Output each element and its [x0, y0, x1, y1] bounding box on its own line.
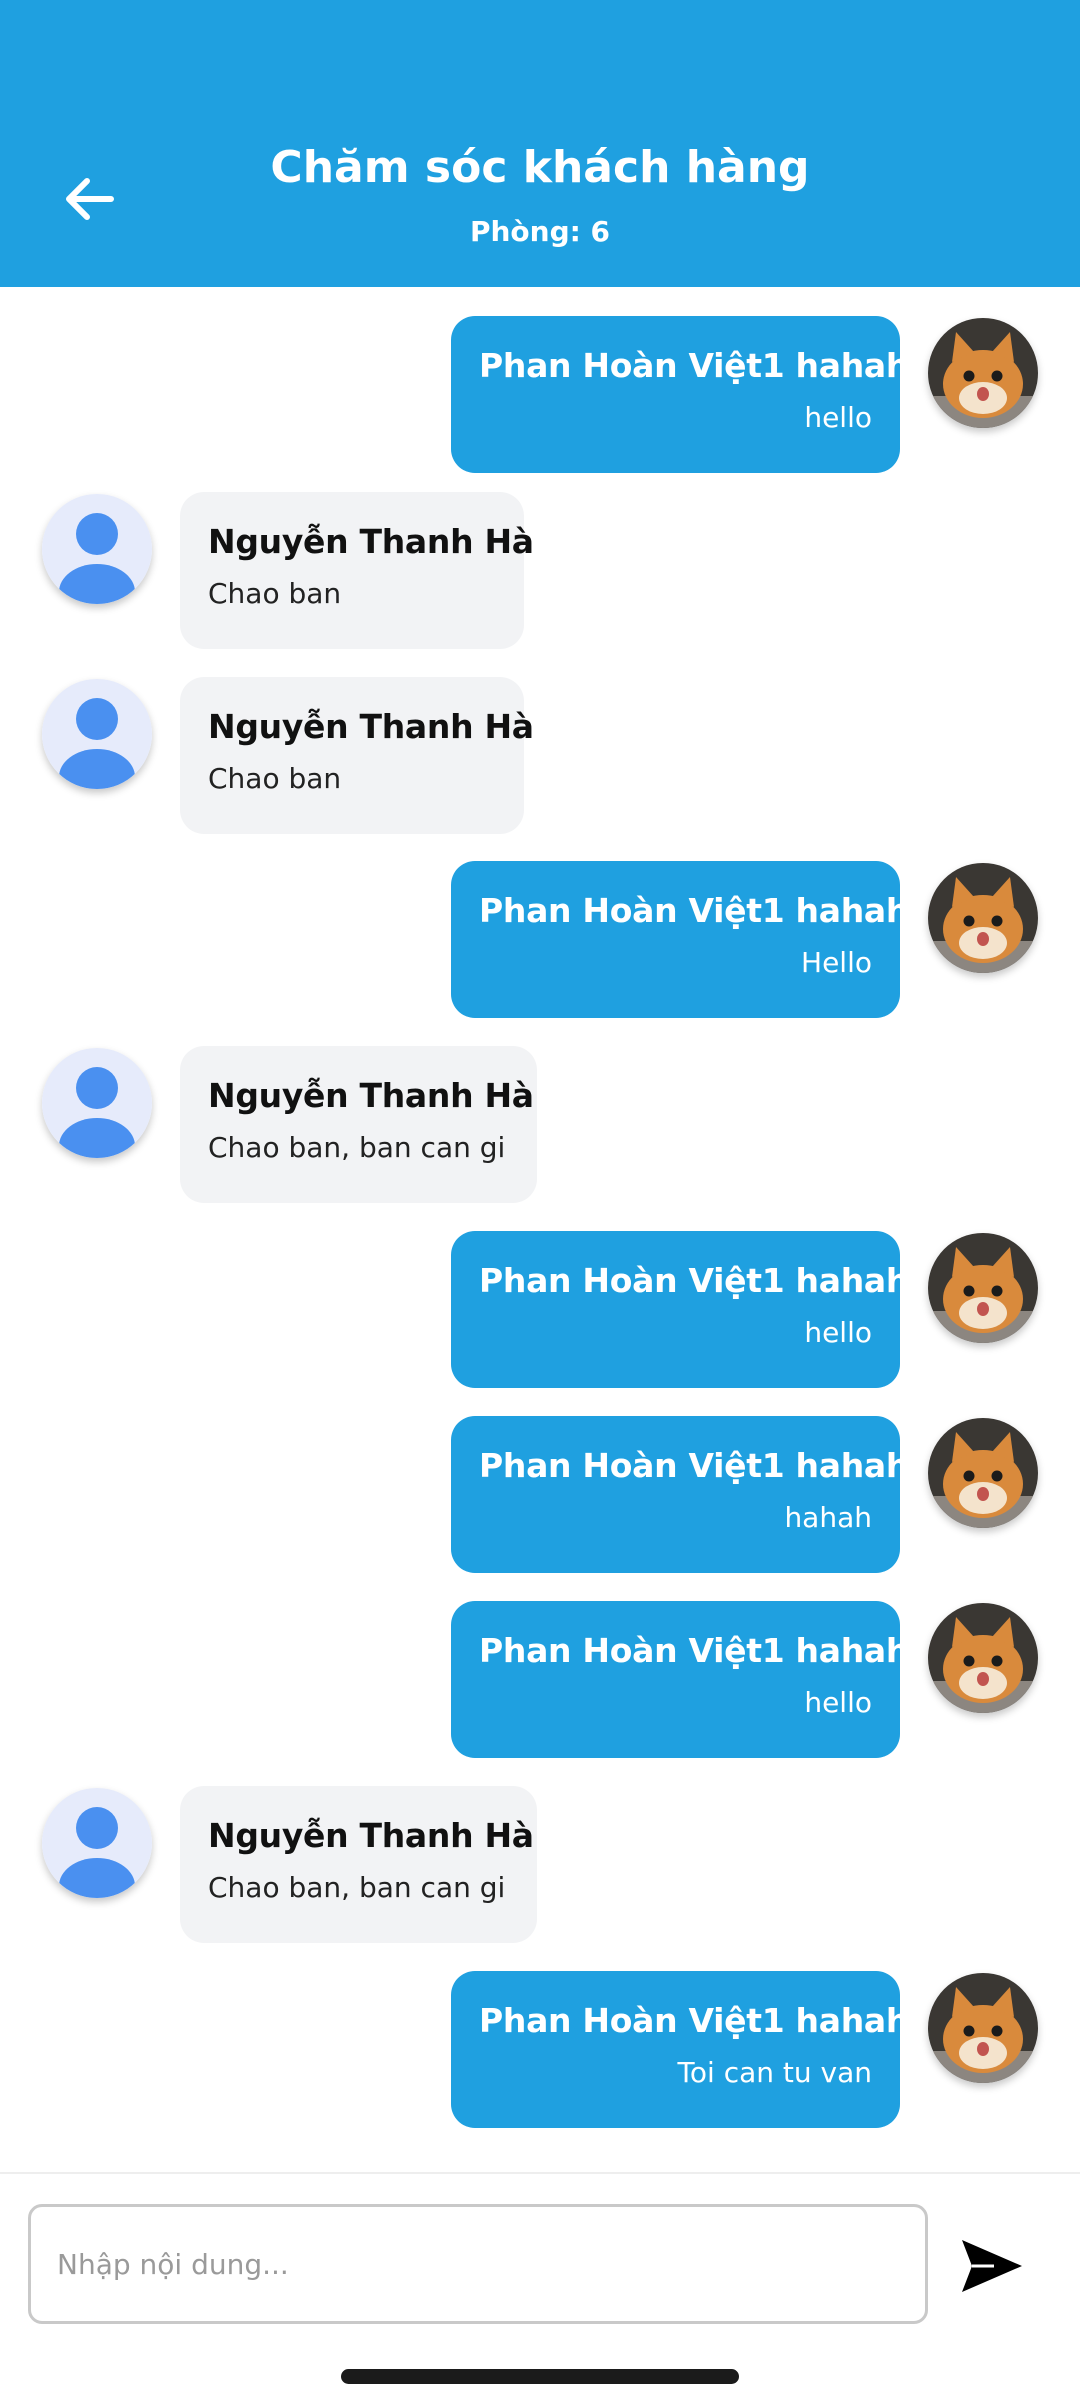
- message-text: hahah: [784, 1501, 872, 1534]
- sender-name: Nguyễn Thanh Hà: [208, 1076, 534, 1115]
- chat-header: Chăm sóc khách hàng Phòng: 6: [0, 0, 1080, 287]
- message-text: Hello: [801, 946, 872, 979]
- message-text: Chao ban: [208, 577, 342, 610]
- person-avatar-icon[interactable]: [42, 1048, 152, 1158]
- cat-photo-avatar[interactable]: [928, 1973, 1038, 2083]
- message-row-received: Nguyễn Thanh Hà Chao ban: [0, 492, 1080, 649]
- send-button[interactable]: [952, 2226, 1032, 2306]
- person-avatar-icon[interactable]: [42, 1788, 152, 1898]
- message-row-sent: Phan Hoàn Việt1 hahaha Hello: [0, 861, 1080, 1018]
- message-text: hello: [804, 401, 872, 434]
- message-text: hello: [804, 1686, 872, 1719]
- message-text: hello: [804, 1316, 872, 1349]
- received-message-bubble[interactable]: Nguyễn Thanh Hà Chao ban: [180, 492, 534, 649]
- received-message-bubble[interactable]: Nguyễn Thanh Hà Chao ban, ban can gi: [180, 1786, 537, 1943]
- sender-name: Nguyễn Thanh Hà: [208, 1816, 534, 1855]
- message-row-sent: Phan Hoàn Việt1 hahaha hello: [0, 316, 1080, 473]
- sender-name: Phan Hoàn Việt1 hahaha: [479, 1631, 932, 1670]
- sender-name: Phan Hoàn Việt1 hahaha: [479, 346, 932, 385]
- received-message-bubble[interactable]: Nguyễn Thanh Hà Chao ban: [180, 677, 534, 834]
- cat-photo-avatar[interactable]: [928, 1603, 1038, 1713]
- message-row-received: Nguyễn Thanh Hà Chao ban, ban can gi: [0, 1786, 1080, 1943]
- message-row-received: Nguyễn Thanh Hà Chao ban: [0, 677, 1080, 834]
- sender-name: Phan Hoàn Việt1 hahaha: [479, 891, 932, 930]
- sent-message-bubble[interactable]: Phan Hoàn Việt1 hahaha Toi can tu van: [451, 1971, 932, 2128]
- message-text: Toi can tu van: [677, 2056, 872, 2089]
- cat-photo-avatar[interactable]: [928, 1418, 1038, 1528]
- message-list[interactable]: Phan Hoàn Việt1 hahaha hello Nguyễn Than…: [0, 287, 1080, 2172]
- cat-photo-avatar[interactable]: [928, 863, 1038, 973]
- sent-message-bubble[interactable]: Phan Hoàn Việt1 hahaha hahah: [451, 1416, 932, 1573]
- message-composer: [0, 2172, 1080, 2402]
- message-row-received: Nguyễn Thanh Hà Chao ban, ban can gi: [0, 1046, 1080, 1203]
- received-message-bubble[interactable]: Nguyễn Thanh Hà Chao ban, ban can gi: [180, 1046, 537, 1203]
- sender-name: Nguyễn Thanh Hà: [208, 707, 534, 746]
- sender-name: Phan Hoàn Việt1 hahaha: [479, 1446, 932, 1485]
- sent-message-bubble[interactable]: Phan Hoàn Việt1 hahaha Hello: [451, 861, 932, 1018]
- sender-name: Phan Hoàn Việt1 hahaha: [479, 1261, 932, 1300]
- message-text: Chao ban: [208, 762, 342, 795]
- message-text: Chao ban, ban can gi: [208, 1871, 506, 1904]
- sender-name: Phan Hoàn Việt1 hahaha: [479, 2001, 932, 2040]
- message-row-sent: Phan Hoàn Việt1 hahaha hello: [0, 1231, 1080, 1388]
- person-avatar-icon[interactable]: [42, 679, 152, 789]
- sent-message-bubble[interactable]: Phan Hoàn Việt1 hahaha hello: [451, 1601, 932, 1758]
- page-title: Chăm sóc khách hàng: [270, 142, 810, 193]
- sent-message-bubble[interactable]: Phan Hoàn Việt1 hahaha hello: [451, 1231, 932, 1388]
- sent-message-bubble[interactable]: Phan Hoàn Việt1 hahaha hello: [451, 316, 932, 473]
- message-row-sent: Phan Hoàn Việt1 hahaha hahah: [0, 1416, 1080, 1573]
- message-row-sent: Phan Hoàn Việt1 hahaha hello: [0, 1601, 1080, 1758]
- sender-name: Nguyễn Thanh Hà: [208, 522, 534, 561]
- message-text: Chao ban, ban can gi: [208, 1131, 506, 1164]
- send-icon: [962, 2240, 1022, 2292]
- room-label: Phòng: 6: [469, 215, 611, 248]
- person-avatar-icon[interactable]: [42, 494, 152, 604]
- message-row-sent: Phan Hoàn Việt1 hahaha Toi can tu van: [0, 1971, 1080, 2128]
- cat-photo-avatar[interactable]: [928, 318, 1038, 428]
- cat-photo-avatar[interactable]: [928, 1233, 1038, 1343]
- message-input[interactable]: [28, 2204, 928, 2324]
- home-indicator: [341, 2369, 739, 2384]
